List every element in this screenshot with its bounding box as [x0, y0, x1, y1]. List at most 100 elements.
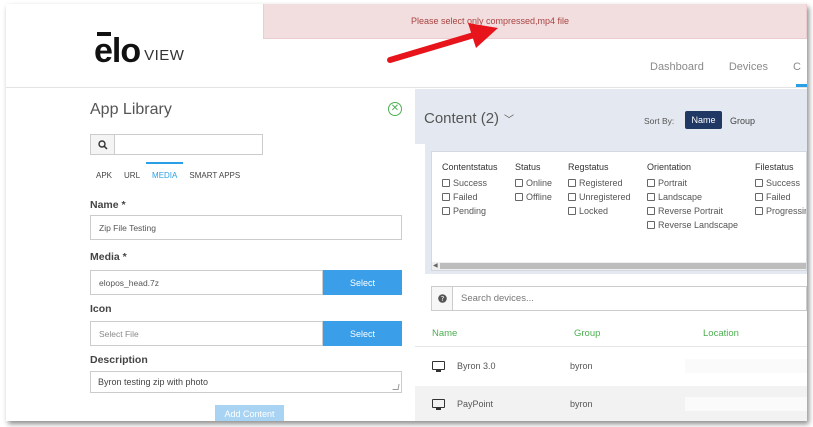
- device-location: [685, 359, 807, 373]
- chevron-down-icon[interactable]: ﹀: [504, 115, 514, 126]
- icon-select-button[interactable]: Select: [323, 321, 402, 346]
- sort-name-button[interactable]: Name: [685, 111, 722, 129]
- annotation-arrow-icon: [387, 23, 498, 63]
- logo-bar: [97, 32, 111, 36]
- scroll-left-icon[interactable]: ◀: [433, 262, 438, 269]
- logo-elo-text: elo: [94, 32, 141, 70]
- search-devices-placeholder: Search devices...: [461, 293, 534, 304]
- checkbox[interactable]: [442, 179, 450, 187]
- nav-content[interactable]: C: [793, 61, 801, 73]
- device-name[interactable]: PayPoint: [457, 399, 493, 409]
- column-name[interactable]: Name: [432, 328, 457, 339]
- filter-option[interactable]: Locked: [568, 204, 631, 218]
- media-file-field[interactable]: elopos_head.7z: [90, 270, 323, 295]
- filter-option[interactable]: Online: [515, 176, 552, 190]
- logo-view-text: VIEW: [144, 47, 185, 64]
- tab-url[interactable]: URL: [118, 162, 146, 184]
- scrollbar-thumb[interactable]: [440, 263, 806, 269]
- app-window: elo VIEW Please select only compressed,m…: [6, 4, 807, 421]
- help-icon[interactable]: ?: [432, 287, 453, 310]
- filter-option[interactable]: Registered: [568, 176, 631, 190]
- checkbox[interactable]: [647, 207, 655, 215]
- name-input[interactable]: Zip File Testing: [90, 215, 402, 240]
- filter-title: Orientation: [647, 162, 692, 172]
- filter-option[interactable]: Landscape: [647, 190, 738, 204]
- filter-option-label: Registered: [579, 178, 623, 188]
- add-content-button[interactable]: Add Content: [215, 405, 284, 421]
- library-search: [90, 134, 263, 155]
- filter-title: Regstatus: [568, 162, 609, 172]
- filter-option[interactable]: Reverse Landscape: [647, 218, 738, 232]
- media-select-button[interactable]: Select: [323, 270, 402, 295]
- app-library-panel: App Library ✕ APK URL MEDIA SMART APPS N…: [6, 89, 416, 421]
- table-row[interactable]: PayPoint byron: [415, 386, 807, 421]
- nav-active-indicator: [796, 84, 807, 87]
- device-name[interactable]: Byron 3.0: [457, 361, 496, 371]
- filter-option-label: Pending: [453, 206, 487, 216]
- search-icon[interactable]: [90, 134, 115, 155]
- content-panel: Content (2) ﹀ Sort By: Name Group Content…: [415, 89, 807, 421]
- filter-option[interactable]: Reverse Portrait: [647, 204, 738, 218]
- description-label: Description: [90, 354, 148, 366]
- checkbox[interactable]: [568, 207, 576, 215]
- nav-devices[interactable]: Devices: [729, 61, 768, 73]
- checkbox[interactable]: [647, 221, 655, 229]
- column-location[interactable]: Location: [703, 328, 739, 339]
- filter-title: Contentstatus: [442, 162, 498, 172]
- checkbox[interactable]: [568, 193, 576, 201]
- checkbox[interactable]: [647, 179, 655, 187]
- filter-option[interactable]: Progressing: [755, 204, 806, 218]
- table-row[interactable]: Byron 3.0 byron: [415, 348, 807, 386]
- checkbox[interactable]: [568, 179, 576, 187]
- tab-smart-apps[interactable]: SMART APPS: [183, 162, 246, 184]
- app-library-title: App Library: [90, 101, 172, 118]
- sort-group-button[interactable]: Group: [730, 116, 755, 126]
- filter-option-label: Success: [453, 178, 488, 188]
- description-textarea[interactable]: Byron testing zip with photo: [90, 371, 402, 393]
- filter-option[interactable]: Failed: [755, 190, 806, 204]
- logo-elo-word: elo: [94, 32, 141, 70]
- checkbox[interactable]: [647, 193, 655, 201]
- horizontal-scrollbar[interactable]: ◀: [432, 262, 806, 270]
- library-search-input[interactable]: [115, 134, 263, 155]
- monitor-icon: [432, 399, 445, 410]
- resize-handle-icon[interactable]: [392, 384, 400, 390]
- filter-filestatus: Filestatus Success Failed Progressing: [755, 162, 806, 218]
- checkbox[interactable]: [755, 179, 763, 187]
- tab-apk[interactable]: APK: [90, 162, 118, 184]
- devices-table-header: Name Group Location: [415, 319, 807, 347]
- filter-option-label: Reverse Portrait: [658, 206, 724, 216]
- monitor-icon: [432, 361, 445, 372]
- column-group[interactable]: Group: [574, 328, 600, 339]
- filter-regstatus: Regstatus Registered Unregistered Locked: [568, 162, 631, 218]
- checkbox[interactable]: [755, 193, 763, 201]
- description-text: Byron testing zip with photo: [98, 377, 209, 387]
- filter-option[interactable]: Success: [755, 176, 806, 190]
- filter-option-label: Failed: [766, 192, 791, 202]
- checkbox[interactable]: [515, 179, 523, 187]
- filter-option[interactable]: Failed: [442, 190, 498, 204]
- svg-text:?: ?: [440, 295, 444, 303]
- checkbox[interactable]: [442, 193, 450, 201]
- filter-title: Filestatus: [755, 162, 794, 172]
- content-title-text: Content (2): [424, 110, 500, 127]
- filter-option[interactable]: Success: [442, 176, 498, 190]
- search-devices-field[interactable]: ? Search devices...: [431, 286, 807, 311]
- filter-option[interactable]: Offline: [515, 190, 552, 204]
- content-title[interactable]: Content (2) ﹀: [424, 110, 514, 127]
- filter-box: Contentstatus Success Failed Pending Sta…: [431, 151, 807, 271]
- filter-option[interactable]: Portrait: [647, 176, 738, 190]
- filter-option-label: Online: [526, 178, 553, 188]
- close-icon[interactable]: ✕: [388, 102, 402, 116]
- icon-file-field[interactable]: Select File: [90, 321, 323, 346]
- nav-dashboard[interactable]: Dashboard: [650, 61, 704, 73]
- tab-media[interactable]: MEDIA: [146, 162, 184, 184]
- checkbox[interactable]: [755, 207, 763, 215]
- filter-option[interactable]: Unregistered: [568, 190, 631, 204]
- checkbox[interactable]: [515, 193, 523, 201]
- filter-option-label: Locked: [579, 206, 609, 216]
- filter-option[interactable]: Pending: [442, 204, 498, 218]
- filter-option-label: Landscape: [658, 192, 703, 202]
- elo-view-logo[interactable]: elo VIEW: [94, 32, 185, 70]
- checkbox[interactable]: [442, 207, 450, 215]
